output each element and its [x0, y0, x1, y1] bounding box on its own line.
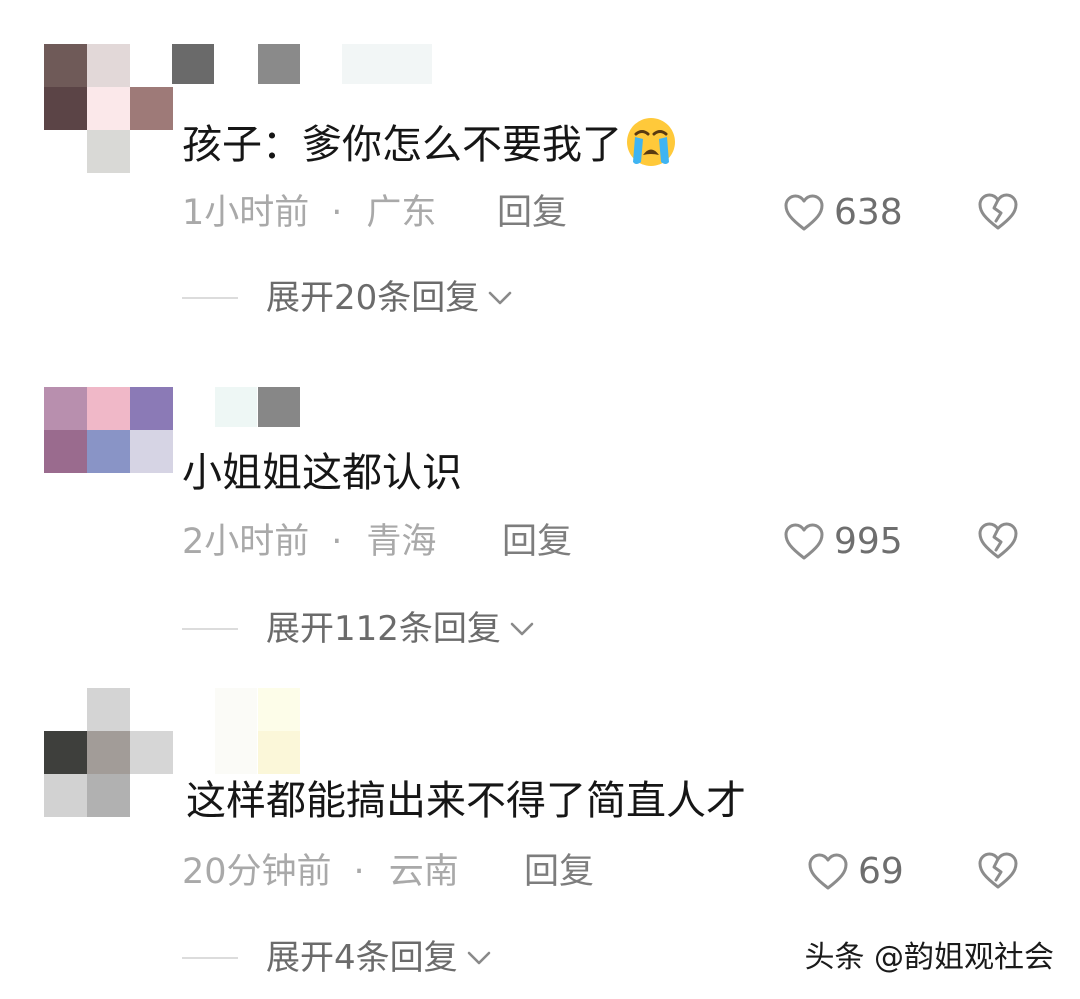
comment-time: 20分钟前 — [182, 852, 332, 892]
comment-text: 孩子：爹你怎么不要我了 — [182, 114, 678, 170]
username-blurred[interactable] — [215, 387, 301, 427]
comment-meta: 20分钟前 · 云南 — [182, 850, 459, 894]
comment-meta: 1小时前 · 广东 — [182, 191, 436, 235]
reply-button[interactable]: 回复 — [524, 850, 594, 894]
comment-time: 1小时前 — [182, 193, 310, 233]
divider-line — [182, 297, 238, 299]
chevron-down-icon — [467, 951, 490, 965]
heart-outline-icon — [808, 853, 848, 890]
avatar[interactable] — [44, 688, 173, 817]
comment-location: 云南 — [388, 852, 459, 892]
like-count: 995 — [834, 521, 903, 562]
like-count: 638 — [834, 192, 903, 233]
username-blurred[interactable] — [172, 44, 434, 84]
username-blurred[interactable] — [215, 688, 301, 774]
chevron-down-icon — [510, 622, 534, 636]
watermark: 头条 @韵姐观社会 — [800, 936, 1058, 980]
expand-replies-label: 展开20条回复 — [266, 278, 480, 318]
broken-heart-icon[interactable] — [976, 519, 1020, 563]
chevron-down-icon — [488, 291, 512, 305]
comment-text-content: 孩子：爹你怎么不要我了 — [182, 122, 622, 168]
reply-button[interactable]: 回复 — [497, 191, 567, 235]
divider-line — [182, 628, 238, 630]
meta-separator: · — [331, 522, 343, 562]
comment-text: 这样都能搞出来不得了简直人才 — [186, 778, 746, 824]
like-count: 69 — [858, 851, 904, 892]
expand-replies[interactable]: 展开112条回复 — [182, 607, 537, 651]
expand-replies-label: 展开112条回复 — [266, 609, 501, 649]
meta-separator: · — [353, 852, 365, 892]
heart-outline-icon — [784, 194, 824, 231]
heart-outline-icon — [784, 523, 824, 560]
broken-heart-icon[interactable] — [976, 190, 1020, 234]
broken-heart-icon[interactable] — [976, 849, 1020, 893]
like-button[interactable]: 638 — [782, 188, 903, 238]
expand-replies[interactable]: 展开4条回复 — [182, 936, 494, 980]
reply-button[interactable]: 回复 — [502, 520, 572, 564]
like-button[interactable]: 995 — [782, 517, 903, 567]
comment-time: 2小时前 — [182, 522, 310, 562]
comment-location: 广东 — [366, 193, 437, 233]
expand-replies[interactable]: 展开20条回复 — [182, 276, 515, 320]
like-button[interactable]: 69 — [806, 847, 904, 897]
comment-location: 青海 — [366, 522, 437, 562]
loudly-crying-face-icon — [627, 118, 675, 166]
avatar[interactable] — [44, 387, 173, 515]
meta-separator: · — [331, 193, 343, 233]
divider-line — [182, 957, 238, 959]
expand-replies-label: 展开4条回复 — [266, 938, 458, 978]
avatar[interactable] — [44, 44, 173, 173]
comment-meta: 2小时前 · 青海 — [182, 520, 436, 564]
comment-text: 小姐姐这都认识 — [182, 450, 462, 496]
